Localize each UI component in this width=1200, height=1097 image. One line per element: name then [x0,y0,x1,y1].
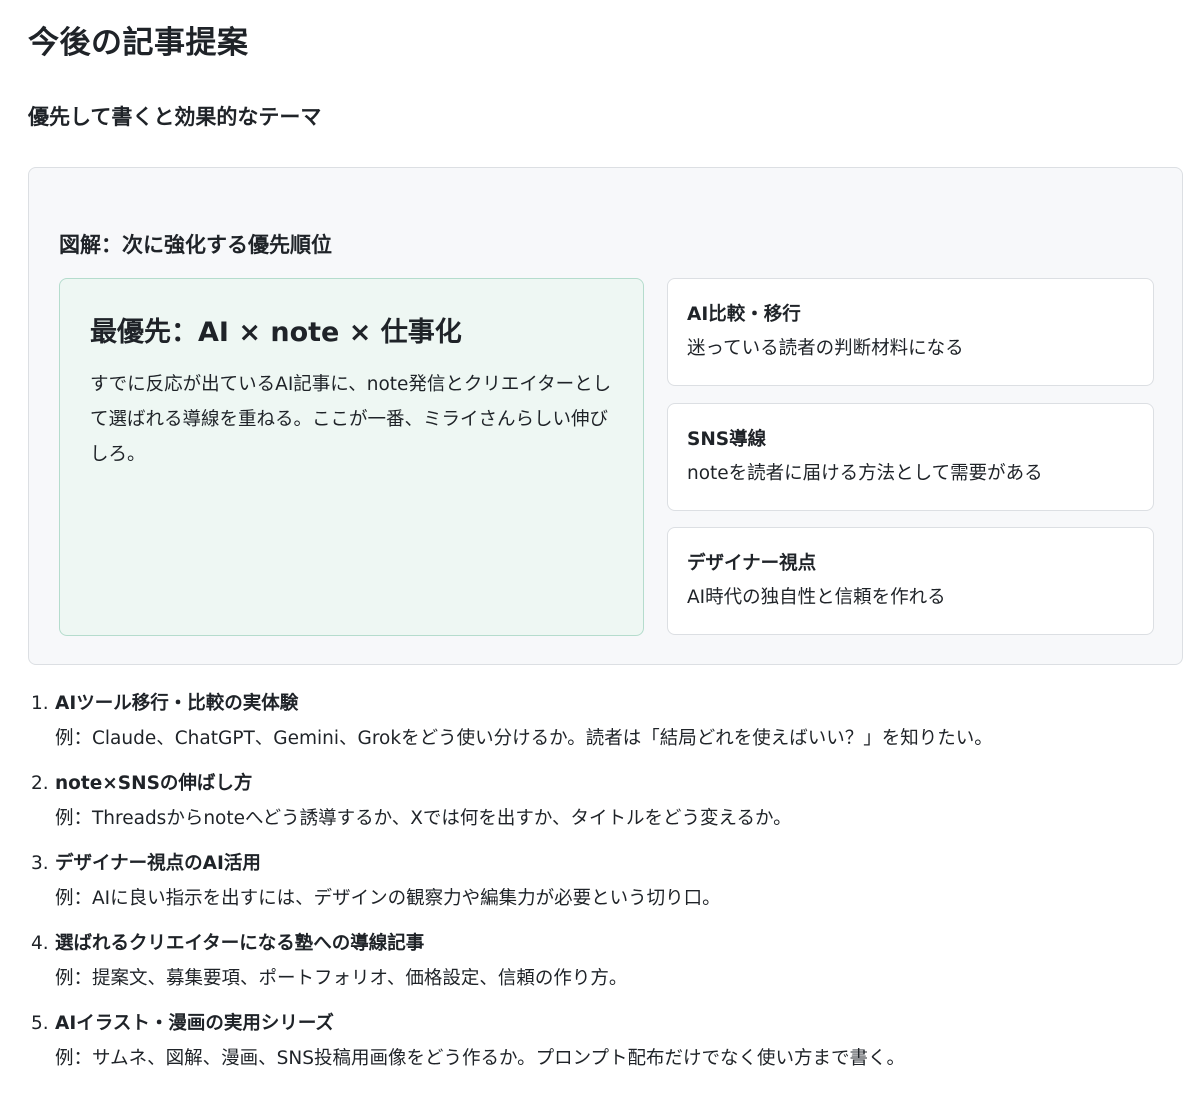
item-title: デザイナー視点のAI活用 [55,853,261,874]
card-title: デザイナー視点 [687,553,817,574]
card-description: 迷っている読者の判断材料になる [687,338,964,359]
card-title: SNS導線 [687,429,767,450]
list-item: 3. デザイナー視点のAI活用 例：AIに良い指示を出すには、デザインの観察力や… [28,847,1178,927]
card-description: noteを読者に届ける方法として需要がある [687,463,1043,484]
item-title: AIツール移行・比較の実体験 [55,693,299,714]
list-item: 2. note×SNSの伸ばし方 例：Threadsからnoteへどう誘導するか… [28,767,1178,847]
list-item: 1. AIツール移行・比較の実体験 例：Claude、ChatGPT、Gemin… [28,687,1178,767]
priority-diagram-panel: 図解：次に強化する優先順位 最優先：AI × note × 仕事化 すでに反応が… [28,167,1183,665]
item-example: 例：提案文、募集要項、ポートフォリオ、価格設定、信頼の作り方。 [55,968,628,989]
item-example: 例：Claude、ChatGPT、Gemini、Grokをどう使い分けるか。読者… [55,728,993,749]
list-item: 4. 選ばれるクリエイターになる塾への導線記事 例：提案文、募集要項、ポートフォ… [28,927,1178,1007]
item-example: 例：AIに良い指示を出すには、デザインの観察力や編集力が必要という切り口。 [55,888,721,909]
card-description: AI時代の独自性と信頼を作れる [687,587,946,608]
item-title: note×SNSの伸ばし方 [55,773,253,794]
item-example: 例：Threadsからnoteへどう誘導するか、Xでは何を出すか、タイトルをどう… [55,808,792,829]
diagram-heading: 図解：次に強化する優先順位 [59,233,332,257]
top-priority-title: 最優先：AI × note × 仕事化 [90,317,462,348]
item-number: 3. [31,853,49,874]
top-priority-body: すでに反応が出ているAI記事に、note発信とクリエイターとして選ばれる導線を重… [90,374,612,465]
item-number: 4. [31,933,49,954]
priority-card-designer: デザイナー視点 AI時代の独自性と信頼を作れる [667,527,1154,635]
priority-card-sns: SNS導線 noteを読者に届ける方法として需要がある [667,403,1154,511]
article-idea-list: 1. AIツール移行・比較の実体験 例：Claude、ChatGPT、Gemin… [28,687,1178,1087]
card-title: AI比較・移行 [687,304,801,325]
item-title: 選ばれるクリエイターになる塾への導線記事 [55,933,425,954]
page-title: 今後の記事提案 [28,25,249,61]
item-example: 例：サムネ、図解、漫画、SNS投稿用画像をどう作るか。プロンプト配布だけでなく使… [55,1048,906,1069]
section-subtitle: 優先して書くと効果的なテーマ [28,105,322,129]
list-item: 5. AIイラスト・漫画の実用シリーズ 例：サムネ、図解、漫画、SNS投稿用画像… [28,1007,1178,1087]
priority-card-ai-comparison: AI比較・移行 迷っている読者の判断材料になる [667,278,1154,386]
page: 今後の記事提案 優先して書くと効果的なテーマ 図解：次に強化する優先順位 最優先… [0,0,1200,1097]
item-number: 5. [31,1013,49,1034]
item-title: AIイラスト・漫画の実用シリーズ [55,1013,334,1034]
item-number: 2. [31,773,49,794]
top-priority-card: 最優先：AI × note × 仕事化 すでに反応が出ているAI記事に、note… [59,278,644,636]
item-number: 1. [31,693,49,714]
